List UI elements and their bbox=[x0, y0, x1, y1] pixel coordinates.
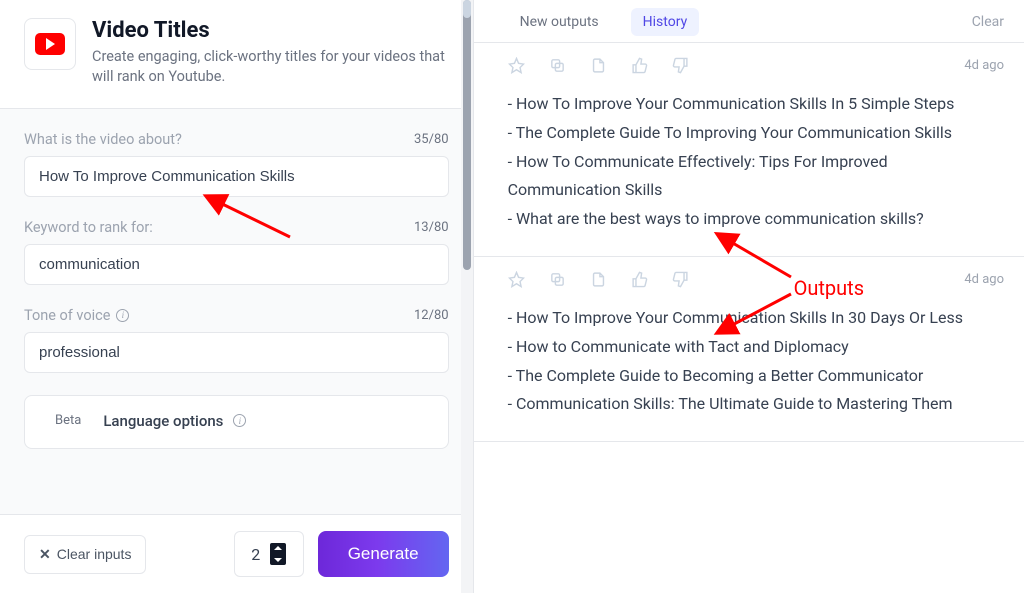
generate-button[interactable]: Generate bbox=[318, 531, 449, 577]
action-bar: ✕ Clear inputs 2 Generate bbox=[0, 514, 473, 593]
output-line: - Communication Skills: The Ultimate Gui… bbox=[508, 390, 1004, 419]
scrollbar[interactable] bbox=[461, 0, 473, 593]
timestamp: 4d ago bbox=[964, 58, 1004, 73]
form-area: What is the video about? 35/80 Keyword t… bbox=[0, 109, 473, 459]
label-keyword: Keyword to rank for: bbox=[24, 219, 153, 236]
label-tone: Tone of voice i bbox=[24, 307, 129, 324]
clear-inputs-label: Clear inputs bbox=[57, 546, 132, 562]
output-line: - How to Communicate with Tact and Diplo… bbox=[508, 333, 1004, 362]
input-about[interactable] bbox=[24, 156, 449, 197]
quantity-stepper[interactable]: 2 bbox=[234, 531, 304, 577]
thumbs-down-icon[interactable] bbox=[672, 271, 689, 288]
right-panel: New outputs History Clear 4d ago - How T… bbox=[474, 0, 1024, 593]
beta-badge: Beta bbox=[55, 413, 81, 428]
document-icon[interactable] bbox=[590, 271, 607, 288]
document-icon[interactable] bbox=[590, 57, 607, 74]
count-keyword: 13/80 bbox=[414, 220, 449, 235]
thumbs-down-icon[interactable] bbox=[672, 57, 689, 74]
count-about: 35/80 bbox=[414, 132, 449, 147]
output-line: - How To Improve Your Communication Skil… bbox=[508, 90, 1004, 119]
language-options-card[interactable]: Beta Language options i bbox=[24, 395, 449, 449]
field-keyword: Keyword to rank for: 13/80 bbox=[24, 219, 449, 285]
tab-history[interactable]: History bbox=[631, 8, 700, 36]
outputs-list: 4d ago - How To Improve Your Communicati… bbox=[474, 43, 1024, 593]
template-title: Video Titles bbox=[92, 18, 449, 43]
info-icon[interactable]: i bbox=[116, 309, 129, 322]
card-toolbar: 4d ago bbox=[508, 57, 1004, 74]
template-subtitle: Create engaging, click-worthy titles for… bbox=[92, 47, 449, 88]
card-toolbar: 4d ago bbox=[508, 271, 1004, 288]
tab-new-outputs[interactable]: New outputs bbox=[508, 8, 611, 36]
output-line: - The Complete Guide to Becoming a Bette… bbox=[508, 362, 1004, 391]
timestamp: 4d ago bbox=[964, 272, 1004, 287]
output-card: 4d ago - How To Improve Your Communicati… bbox=[474, 257, 1024, 442]
card-body: - How To Improve Your Communication Skil… bbox=[508, 90, 1004, 234]
input-tone[interactable] bbox=[24, 332, 449, 373]
thumbs-up-icon[interactable] bbox=[631, 57, 648, 74]
label-about: What is the video about? bbox=[24, 131, 182, 148]
left-scroll: Video Titles Create engaging, click-wort… bbox=[0, 0, 473, 514]
star-icon[interactable] bbox=[508, 271, 525, 288]
label-tone-text: Tone of voice bbox=[24, 307, 110, 324]
tabs-row: New outputs History Clear bbox=[474, 0, 1024, 43]
card-body: - How To Improve Your Communication Skil… bbox=[508, 304, 1004, 419]
output-line: - How To Improve Your Communication Skil… bbox=[508, 304, 1004, 333]
stepper-icon[interactable] bbox=[270, 543, 286, 565]
copy-icon[interactable] bbox=[549, 271, 566, 288]
output-card: 4d ago - How To Improve Your Communicati… bbox=[474, 43, 1024, 257]
star-icon[interactable] bbox=[508, 57, 525, 74]
output-line: - How To Communicate Effectively: Tips F… bbox=[508, 148, 1004, 206]
left-panel: Video Titles Create engaging, click-wort… bbox=[0, 0, 474, 593]
field-tone: Tone of voice i 12/80 bbox=[24, 307, 449, 373]
template-header: Video Titles Create engaging, click-wort… bbox=[0, 0, 473, 109]
clear-inputs-button[interactable]: ✕ Clear inputs bbox=[24, 535, 146, 574]
output-line: - What are the best ways to improve comm… bbox=[508, 205, 1004, 234]
input-keyword[interactable] bbox=[24, 244, 449, 285]
youtube-icon bbox=[24, 18, 76, 70]
quantity-value: 2 bbox=[251, 545, 260, 564]
language-options-label: Language options bbox=[103, 412, 223, 430]
clear-link[interactable]: Clear bbox=[972, 14, 1004, 30]
output-line: - The Complete Guide To Improving Your C… bbox=[508, 119, 1004, 148]
copy-icon[interactable] bbox=[549, 57, 566, 74]
count-tone: 12/80 bbox=[414, 308, 449, 323]
close-icon: ✕ bbox=[39, 546, 51, 563]
info-icon[interactable]: i bbox=[233, 414, 246, 427]
field-about: What is the video about? 35/80 bbox=[24, 131, 449, 197]
thumbs-up-icon[interactable] bbox=[631, 271, 648, 288]
